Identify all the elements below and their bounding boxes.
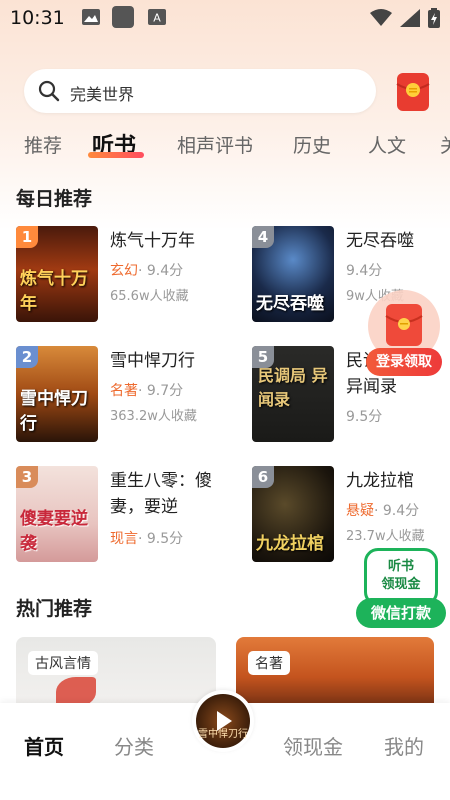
- search-icon: [38, 80, 60, 102]
- book-favorites: 65.6w人收藏: [110, 289, 189, 304]
- tab-history[interactable]: 历史: [293, 131, 331, 158]
- cover-title: 傻妻要逆袭: [20, 509, 88, 554]
- book-title: 雪中悍刀行: [110, 351, 195, 371]
- now-playing-button[interactable]: 雪中悍刀行: [192, 690, 254, 752]
- gallery-notification-icon: [82, 9, 100, 25]
- status-bar: 10:31 A: [0, 0, 450, 36]
- book-favorites: 23.7w人收藏: [346, 529, 425, 544]
- wechat-payout-button[interactable]: 微信打款: [356, 598, 446, 628]
- search-bar[interactable]: 完美世界: [24, 69, 376, 113]
- red-packet-button[interactable]: [396, 72, 430, 112]
- tab-crosstalk[interactable]: 相声评书: [177, 131, 253, 158]
- battery-icon: [428, 8, 440, 28]
- hot-card-tag: 名著: [248, 651, 290, 675]
- book-genre: 玄幻: [110, 263, 138, 279]
- cash-float-line2: 领现金: [381, 577, 421, 592]
- cellular-signal-icon: [400, 9, 420, 27]
- daily-recommend-title: 每日推荐: [16, 188, 93, 210]
- search-text: 完美世界: [70, 85, 135, 104]
- book-item[interactable]: 傻妻要逆袭 3 重生八零：傻妻，要逆 现言· 9.5分: [16, 466, 236, 566]
- rank-badge: 6: [252, 466, 274, 488]
- cover-title: 无尽吞噬: [256, 294, 324, 314]
- book-favorites: 363.2w人收藏: [110, 409, 197, 424]
- tab-recommend[interactable]: 推荐: [24, 131, 62, 158]
- book-score: · 9.5分: [138, 531, 184, 547]
- book-meta: 现言· 9.5分: [110, 528, 183, 548]
- nav-mine[interactable]: 我的: [384, 731, 424, 760]
- book-score: · 9.4分: [374, 503, 420, 519]
- nav-category[interactable]: 分类: [114, 731, 154, 760]
- cover-title: 炼气十万年: [20, 269, 88, 314]
- rank-badge: 1: [16, 226, 38, 248]
- book-score: · 9.4分: [138, 263, 184, 279]
- book-item[interactable]: 炼气十万年 1 炼气十万年 玄幻· 9.4分 65.6w人收藏: [16, 226, 236, 326]
- book-meta: 名著· 9.7分: [110, 380, 183, 400]
- book-score: · 9.7分: [138, 383, 184, 399]
- active-tab-indicator: [88, 152, 144, 158]
- wifi-icon: [370, 9, 392, 26]
- rank-badge: 3: [16, 466, 38, 488]
- nav-earn-cash[interactable]: 领现金: [283, 731, 343, 760]
- book-title: 炼气十万年: [110, 231, 195, 251]
- book-score: 9.4分: [346, 263, 383, 279]
- status-time: 10:31: [10, 7, 65, 29]
- category-tabs: 推荐 听书 相声评书 历史 人文 关: [0, 125, 450, 169]
- book-title: 无尽吞噬: [346, 231, 414, 251]
- book-meta: 悬疑· 9.4分: [346, 500, 419, 520]
- book-genre: 名著: [110, 383, 138, 399]
- cover-title: 九龙拉棺: [256, 534, 324, 554]
- rank-badge: 2: [16, 346, 38, 368]
- svg-text:A: A: [153, 12, 161, 25]
- cash-float-line1: 听书: [387, 559, 414, 574]
- hot-card-tag: 古风言情: [28, 651, 98, 675]
- rank-badge: 5: [252, 346, 274, 368]
- rank-badge: 4: [252, 226, 274, 248]
- login-reward-label: 登录领取: [366, 348, 442, 376]
- book-score: 9.5分: [346, 409, 383, 425]
- hot-recommend-title: 热门推荐: [16, 598, 93, 620]
- audiobook-cash-float[interactable]: 听书 领现金 微信打款: [356, 548, 446, 630]
- cover-title: 雪中悍刀行: [20, 389, 88, 434]
- login-reward-float[interactable]: 登录领取: [364, 290, 444, 382]
- book-title: 九龙拉棺: [346, 471, 414, 491]
- app-notification-icon: [112, 6, 134, 28]
- nav-home[interactable]: 首页: [24, 731, 64, 760]
- cover-title: 民调局 异闻录: [258, 366, 328, 409]
- book-genre: 现言: [110, 531, 138, 547]
- book-meta: 玄幻· 9.4分: [110, 260, 183, 280]
- book-item[interactable]: 雪中悍刀行 2 雪中悍刀行 名著· 9.7分 363.2w人收藏: [16, 346, 236, 446]
- tab-more[interactable]: 关: [440, 131, 450, 158]
- book-title: 重生八零：傻妻，要逆: [110, 471, 212, 517]
- text-notification-icon: A: [148, 9, 166, 25]
- play-icon: [217, 711, 232, 731]
- book-genre: 悬疑: [346, 503, 374, 519]
- tab-humanities[interactable]: 人文: [368, 131, 406, 158]
- red-packet-icon: [396, 73, 430, 111]
